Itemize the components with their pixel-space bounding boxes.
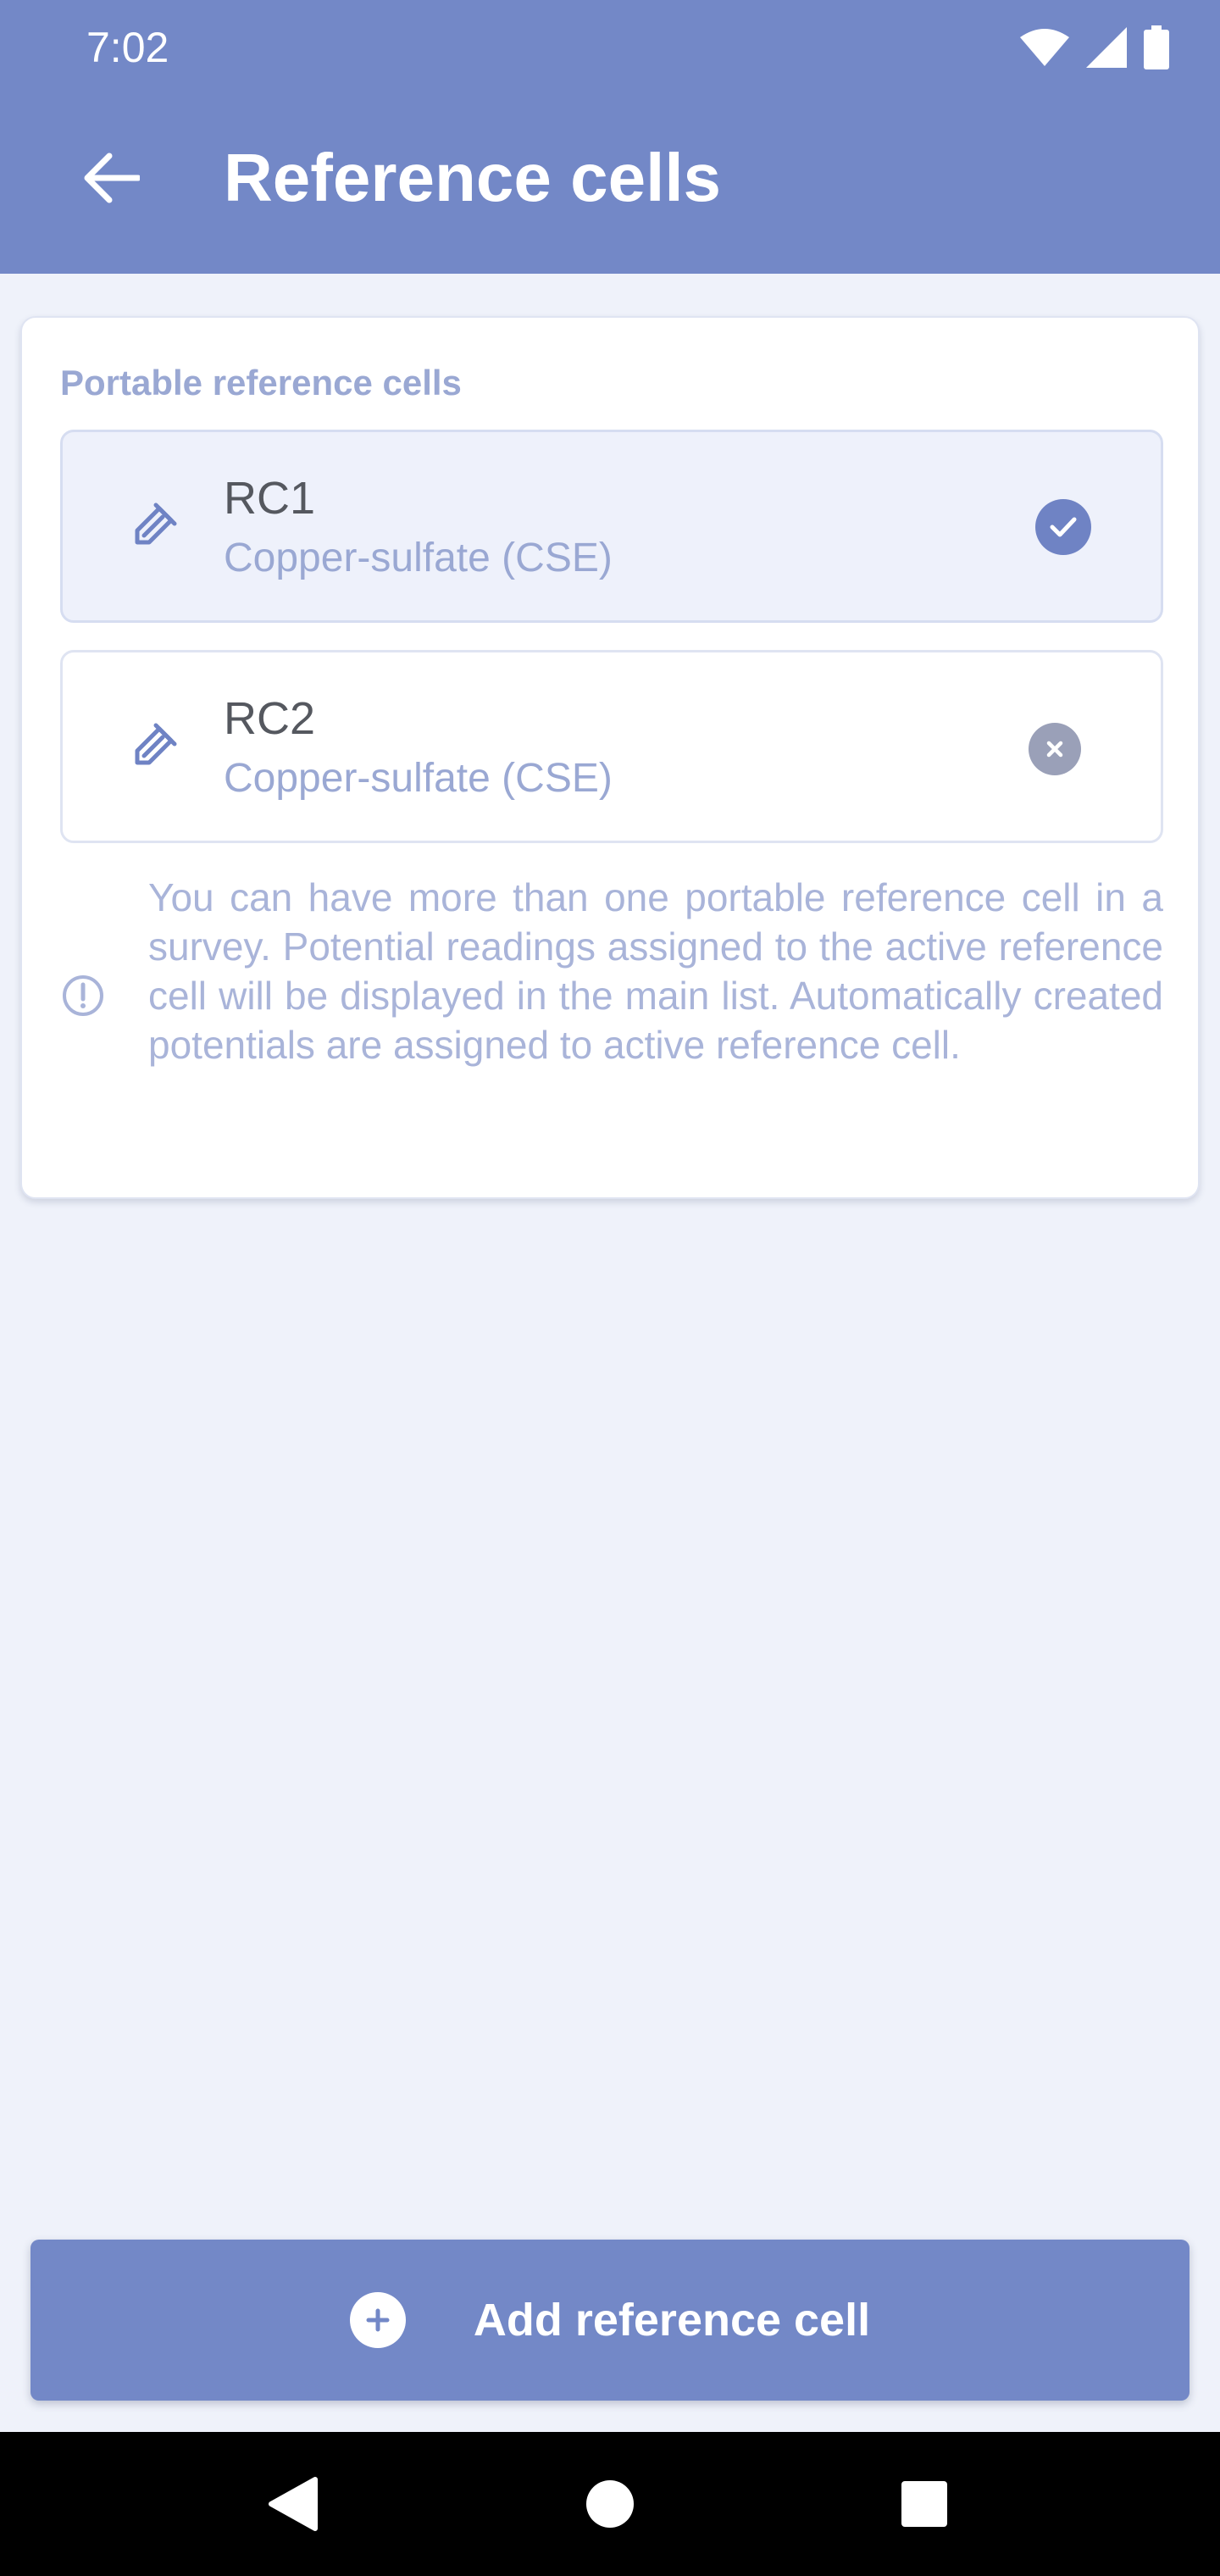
cell-type: Copper-sulfate (CSE)	[224, 536, 613, 580]
wifi-icon	[1020, 29, 1069, 66]
system-nav-bar	[0, 2432, 1220, 2576]
active-check-button[interactable]	[1035, 499, 1091, 555]
cellular-signal-icon	[1086, 27, 1127, 68]
add-button-label: Add reference cell	[473, 2295, 871, 2346]
triangle-back-icon	[269, 2477, 318, 2531]
status-icons	[1020, 24, 1169, 71]
status-time: 7:02	[86, 24, 169, 71]
reference-cell-item-rc2[interactable]: RC2 Copper-sulfate (CSE)	[60, 650, 1163, 843]
reference-cells-card: Portable reference cells RC1 Copper-sulf…	[20, 316, 1200, 1199]
plus-circle-icon	[349, 2292, 406, 2348]
check-icon	[1050, 517, 1077, 537]
circle-home-icon	[586, 2480, 634, 2528]
nav-recents-button[interactable]	[886, 2466, 962, 2542]
arrow-left-icon	[84, 153, 140, 203]
nav-home-button[interactable]	[572, 2466, 648, 2542]
section-label: Portable reference cells	[60, 363, 462, 402]
cell-type: Copper-sulfate (CSE)	[224, 756, 613, 801]
app-bar: 7:02 Reference cells	[0, 0, 1220, 274]
probe-icon	[135, 502, 177, 545]
nav-back-button[interactable]	[254, 2466, 330, 2542]
info-icon	[63, 975, 103, 1016]
reference-cell-item-rc1[interactable]: RC1 Copper-sulfate (CSE)	[60, 430, 1163, 623]
battery-icon	[1144, 25, 1169, 69]
probe-icon	[135, 723, 177, 765]
cell-name: RC1	[224, 473, 316, 524]
info-text: You can have more than one portable refe…	[148, 875, 1163, 1067]
add-reference-cell-button[interactable]: Add reference cell	[30, 2240, 1190, 2401]
close-icon	[1046, 741, 1063, 758]
remove-button[interactable]	[1029, 723, 1081, 775]
cell-name: RC2	[224, 693, 316, 744]
back-button[interactable]	[69, 136, 154, 220]
page-title: Reference cells	[224, 140, 722, 215]
square-recents-icon	[901, 2481, 947, 2527]
